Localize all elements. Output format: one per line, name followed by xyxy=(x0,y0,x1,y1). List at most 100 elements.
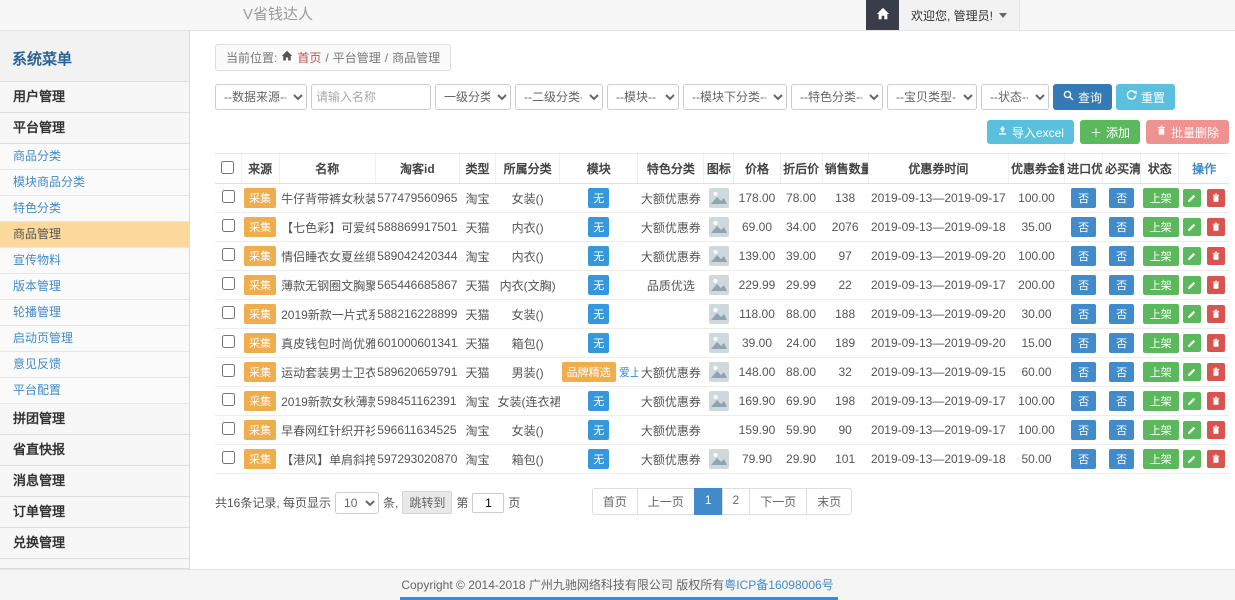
level2-category-select[interactable]: --二级分类-- xyxy=(515,84,603,110)
import-select-toggle[interactable]: 否 xyxy=(1071,246,1096,266)
data-source-select[interactable]: --数据来源-- xyxy=(215,84,307,110)
import-select-toggle[interactable]: 否 xyxy=(1071,217,1096,237)
sidebar-item-goods-mgmt[interactable]: 商品管理 xyxy=(0,222,189,248)
pagination-page-2[interactable]: 2 xyxy=(722,488,751,515)
import-select-toggle[interactable]: 否 xyxy=(1071,188,1096,208)
edit-button[interactable] xyxy=(1183,305,1201,323)
edit-button[interactable] xyxy=(1183,450,1201,468)
row-checkbox[interactable] xyxy=(222,335,235,348)
sidebar-item-clipped[interactable] xyxy=(0,559,189,569)
edit-button[interactable] xyxy=(1183,392,1201,410)
icp-link[interactable]: 粤ICP备16098006号 xyxy=(724,578,833,592)
row-checkbox[interactable] xyxy=(222,277,235,290)
sidebar-item-platform-config[interactable]: 平台配置 xyxy=(0,378,189,404)
must-buy-toggle[interactable]: 否 xyxy=(1109,246,1134,266)
row-checkbox[interactable] xyxy=(222,248,235,261)
module-subcategory-select[interactable]: --模块下分类-- xyxy=(683,84,787,110)
delete-button[interactable] xyxy=(1207,334,1225,352)
per-page-select[interactable]: 10 xyxy=(335,492,379,514)
status-toggle[interactable]: 上架 xyxy=(1143,217,1179,237)
must-buy-toggle[interactable]: 否 xyxy=(1109,304,1134,324)
user-menu[interactable]: 欢迎您, 管理员! xyxy=(899,0,1020,30)
edit-button[interactable] xyxy=(1183,334,1201,352)
jump-button[interactable]: 跳转到 xyxy=(402,491,452,514)
status-toggle[interactable]: 上架 xyxy=(1143,449,1179,469)
import-select-toggle[interactable]: 否 xyxy=(1071,362,1096,382)
name-search-input[interactable] xyxy=(311,84,431,110)
status-toggle[interactable]: 上架 xyxy=(1143,246,1179,266)
edit-button[interactable] xyxy=(1183,276,1201,294)
select-all-checkbox[interactable] xyxy=(221,161,234,174)
sidebar-item-goods-category[interactable]: 商品分类 xyxy=(0,144,189,170)
row-checkbox[interactable] xyxy=(222,190,235,203)
import-select-toggle[interactable]: 否 xyxy=(1071,420,1096,440)
sidebar-item-message-mgmt[interactable]: 消息管理 xyxy=(0,466,189,497)
must-buy-toggle[interactable]: 否 xyxy=(1109,449,1134,469)
add-button[interactable]: ＋ 添加 xyxy=(1080,120,1140,144)
edit-button[interactable] xyxy=(1183,189,1201,207)
sidebar-item-splash-mgmt[interactable]: 启动页管理 xyxy=(0,326,189,352)
row-checkbox[interactable] xyxy=(222,306,235,319)
row-checkbox[interactable] xyxy=(222,451,235,464)
sidebar-item-feedback[interactable]: 意见反馈 xyxy=(0,352,189,378)
sidebar-item-module-goods-category[interactable]: 模块商品分类 xyxy=(0,170,189,196)
status-toggle[interactable]: 上架 xyxy=(1143,188,1179,208)
must-buy-toggle[interactable]: 否 xyxy=(1109,217,1134,237)
feature-category-select[interactable]: --特色分类-- xyxy=(791,84,883,110)
import-select-toggle[interactable]: 否 xyxy=(1071,275,1096,295)
row-checkbox[interactable] xyxy=(222,364,235,377)
delete-button[interactable] xyxy=(1207,392,1225,410)
jump-page-input[interactable] xyxy=(472,493,504,513)
import-select-toggle[interactable]: 否 xyxy=(1071,304,1096,324)
delete-button[interactable] xyxy=(1207,247,1225,265)
must-buy-toggle[interactable]: 否 xyxy=(1109,420,1134,440)
must-buy-toggle[interactable]: 否 xyxy=(1109,362,1134,382)
home-button[interactable] xyxy=(866,0,899,30)
status-toggle[interactable]: 上架 xyxy=(1143,420,1179,440)
must-buy-toggle[interactable]: 否 xyxy=(1109,391,1134,411)
status-toggle[interactable]: 上架 xyxy=(1143,391,1179,411)
sidebar-item-user-mgmt[interactable]: 用户管理 xyxy=(0,82,189,113)
row-checkbox[interactable] xyxy=(222,422,235,435)
status-toggle[interactable]: 上架 xyxy=(1143,275,1179,295)
import-select-toggle[interactable]: 否 xyxy=(1071,391,1096,411)
sidebar-item-version-mgmt[interactable]: 版本管理 xyxy=(0,274,189,300)
item-type-select[interactable]: --宝贝类型-- xyxy=(887,84,977,110)
sidebar-item-express-news[interactable]: 省直快报 xyxy=(0,435,189,466)
status-select[interactable]: --状态-- xyxy=(981,84,1049,110)
sidebar-item-group-buy-mgmt[interactable]: 拼团管理 xyxy=(0,404,189,435)
module-extra-link[interactable]: 爱上运动 xyxy=(619,367,638,379)
sidebar-item-exchange-mgmt[interactable]: 兑换管理 xyxy=(0,528,189,559)
pagination-last[interactable]: 末页 xyxy=(806,488,852,515)
delete-button[interactable] xyxy=(1207,218,1225,236)
delete-button[interactable] xyxy=(1207,421,1225,439)
pagination-prev[interactable]: 上一页 xyxy=(637,488,695,515)
row-checkbox[interactable] xyxy=(222,219,235,232)
reset-button[interactable]: 重置 xyxy=(1116,84,1175,110)
must-buy-toggle[interactable]: 否 xyxy=(1109,275,1134,295)
edit-button[interactable] xyxy=(1183,363,1201,381)
status-toggle[interactable]: 上架 xyxy=(1143,333,1179,353)
sidebar-item-platform-mgmt[interactable]: 平台管理 xyxy=(0,113,189,144)
sidebar-item-carousel-mgmt[interactable]: 轮播管理 xyxy=(0,300,189,326)
edit-button[interactable] xyxy=(1183,247,1201,265)
edit-button[interactable] xyxy=(1183,218,1201,236)
search-button[interactable]: 查询 xyxy=(1053,84,1112,110)
must-buy-toggle[interactable]: 否 xyxy=(1109,188,1134,208)
sidebar-item-order-mgmt[interactable]: 订单管理 xyxy=(0,497,189,528)
row-checkbox[interactable] xyxy=(222,393,235,406)
breadcrumb-home-link[interactable]: 首页 xyxy=(297,49,321,66)
sidebar-item-promo-material[interactable]: 宣传物料 xyxy=(0,248,189,274)
module-select[interactable]: --模块-- xyxy=(607,84,679,110)
pagination-next[interactable]: 下一页 xyxy=(749,488,807,515)
delete-button[interactable] xyxy=(1207,305,1225,323)
import-excel-button[interactable]: 导入excel xyxy=(987,120,1074,144)
must-buy-toggle[interactable]: 否 xyxy=(1109,333,1134,353)
delete-button[interactable] xyxy=(1207,450,1225,468)
status-toggle[interactable]: 上架 xyxy=(1143,304,1179,324)
delete-button[interactable] xyxy=(1207,189,1225,207)
sidebar-item-feature-category[interactable]: 特色分类 xyxy=(0,196,189,222)
pagination-first[interactable]: 首页 xyxy=(592,488,638,515)
import-select-toggle[interactable]: 否 xyxy=(1071,333,1096,353)
import-select-toggle[interactable]: 否 xyxy=(1071,449,1096,469)
